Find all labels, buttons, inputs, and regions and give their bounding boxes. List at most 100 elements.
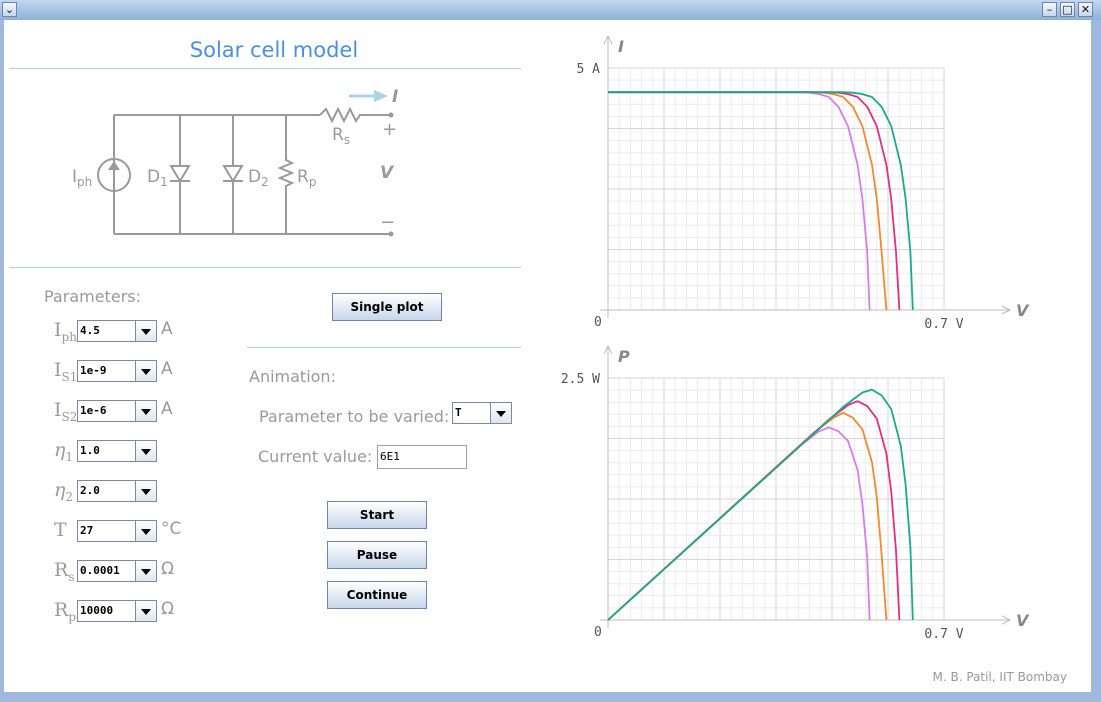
param-symbol-main: I bbox=[54, 359, 62, 381]
diode-d1-icon bbox=[169, 165, 191, 183]
circuit-divider bbox=[9, 267, 521, 268]
window-frame-right[interactable] bbox=[1091, 20, 1101, 696]
param-symbol-sub: 1 bbox=[65, 449, 74, 464]
param-unit: A bbox=[161, 319, 173, 339]
param-symbol-main: I bbox=[54, 319, 62, 341]
title-divider bbox=[9, 68, 521, 69]
param-unit: °C bbox=[161, 519, 182, 539]
series-line bbox=[607, 388, 914, 621]
param-symbol-sub: ph bbox=[61, 329, 77, 344]
continue-button[interactable]: Continue bbox=[327, 581, 427, 609]
minus-label: − bbox=[380, 212, 395, 233]
param-value: 1e-9 bbox=[80, 364, 107, 377]
iph-circuit-label: Iph bbox=[72, 167, 92, 189]
param-symbol-main: R bbox=[54, 599, 69, 621]
param-select[interactable]: 2.0 bbox=[77, 480, 157, 502]
x-axis-label: V bbox=[1016, 611, 1030, 630]
param-select[interactable]: 1e-6 bbox=[77, 400, 157, 422]
param-symbol-main: T bbox=[54, 519, 67, 541]
param-select[interactable]: 1.0 bbox=[77, 440, 157, 462]
param-symbol: Iph bbox=[54, 319, 77, 344]
y-max-tick-label: 5 A bbox=[577, 62, 601, 77]
param-select[interactable]: 0.0001 bbox=[77, 560, 157, 582]
param-value: 0.0001 bbox=[80, 564, 120, 577]
param-value: 27 bbox=[80, 524, 94, 537]
param-select[interactable]: 27 bbox=[77, 520, 157, 542]
chevron-down-icon[interactable] bbox=[135, 561, 156, 581]
param-unit: A bbox=[161, 399, 173, 419]
origin-tick-label: 0 bbox=[594, 315, 602, 330]
diode-d2-icon bbox=[222, 165, 244, 183]
close-icon[interactable]: ✕ bbox=[1078, 2, 1093, 17]
chevron-down-icon[interactable] bbox=[135, 521, 156, 541]
resistor-rs-icon bbox=[319, 106, 391, 124]
param-symbol-main: I bbox=[54, 399, 62, 421]
param-symbol: Rs bbox=[54, 559, 74, 584]
param-symbol-main: R bbox=[54, 559, 69, 581]
param-symbol-sub: p bbox=[68, 609, 76, 624]
grid bbox=[607, 67, 945, 311]
pause-button[interactable]: Pause bbox=[327, 541, 427, 569]
d2-circuit-label: D2 bbox=[248, 167, 269, 189]
param-select[interactable]: 1e-9 bbox=[77, 360, 157, 382]
param-unit: A bbox=[161, 359, 173, 379]
origin-tick-label: 0 bbox=[594, 625, 602, 640]
window-menu-icon[interactable]: ⌄ bbox=[2, 2, 17, 17]
param-varied-select[interactable]: T bbox=[452, 402, 512, 424]
rp-circuit-label: Rp bbox=[297, 167, 316, 189]
chevron-down-icon[interactable] bbox=[135, 441, 156, 461]
param-symbol-sub: S1 bbox=[61, 369, 78, 384]
series-line bbox=[607, 426, 871, 621]
plus-label: + bbox=[382, 119, 397, 140]
param-varied-value: T bbox=[455, 406, 462, 419]
rs-circuit-label: Rs bbox=[332, 125, 350, 147]
x-max-tick-label: 0.7 V bbox=[924, 627, 963, 642]
param-varied-label: Parameter to be varied: bbox=[259, 407, 450, 426]
current-label: I bbox=[392, 87, 398, 107]
chevron-down-icon[interactable] bbox=[135, 481, 156, 501]
param-unit: Ω bbox=[161, 599, 174, 619]
parameters-heading: Parameters: bbox=[44, 287, 141, 306]
chevron-down-icon[interactable] bbox=[135, 401, 156, 421]
x-max-tick-label: 0.7 V bbox=[924, 317, 963, 332]
param-symbol-main: η bbox=[54, 479, 66, 501]
param-value: 4.5 bbox=[80, 324, 100, 337]
param-select[interactable]: 4.5 bbox=[77, 320, 157, 342]
param-symbol-sub: 2 bbox=[65, 489, 74, 504]
animation-heading: Animation: bbox=[249, 367, 336, 386]
terminal-plus-dot bbox=[388, 112, 394, 118]
chevron-down-icon[interactable] bbox=[135, 601, 156, 621]
circuit-diagram: I + V − Iph D1 D2 Rp Rs bbox=[72, 87, 398, 237]
x-axis-label: V bbox=[1016, 301, 1030, 320]
controls-divider bbox=[247, 347, 521, 348]
minimize-icon[interactable]: – bbox=[1042, 2, 1057, 17]
param-value: 1.0 bbox=[80, 444, 100, 457]
chevron-down-icon[interactable] bbox=[135, 361, 156, 381]
param-symbol: Rp bbox=[54, 599, 76, 624]
start-button[interactable]: Start bbox=[327, 501, 427, 529]
chevron-down-icon[interactable] bbox=[490, 403, 511, 423]
voltage-label: V bbox=[380, 163, 395, 183]
resistor-rp-icon bbox=[277, 115, 295, 234]
param-symbol: η2 bbox=[54, 479, 73, 504]
maximize-icon[interactable]: □ bbox=[1060, 2, 1075, 17]
window-frame-bottom[interactable] bbox=[0, 692, 1101, 702]
current-value-field[interactable]: 6E1 bbox=[377, 445, 467, 469]
chevron-down-icon[interactable] bbox=[135, 321, 156, 341]
credit-text: M. B. Patil, IIT Bombay bbox=[932, 670, 1067, 684]
d1-circuit-label: D1 bbox=[147, 167, 168, 189]
param-symbol: IS1 bbox=[54, 359, 77, 384]
window-titlebar[interactable]: ⌄ – □ ✕ bbox=[0, 0, 1101, 21]
app-content: Solar cell model I + V − Iph D1 D2 Rp Rs… bbox=[4, 20, 1091, 692]
pv-chart: 2.5 W 0.7 V 0 P V bbox=[561, 344, 1030, 642]
param-value: 1e-6 bbox=[80, 404, 107, 417]
current-arrowhead-icon bbox=[374, 90, 388, 102]
param-symbol-sub: s bbox=[68, 569, 75, 584]
current-value-label: Current value: bbox=[258, 447, 373, 466]
y-axis-label: I bbox=[618, 37, 624, 56]
param-symbol: η1 bbox=[54, 439, 73, 464]
param-select[interactable]: 10000 bbox=[77, 600, 157, 622]
param-symbol: T bbox=[54, 519, 67, 544]
param-symbol-sub: S2 bbox=[61, 409, 78, 424]
single-plot-button[interactable]: Single plot bbox=[332, 293, 442, 321]
